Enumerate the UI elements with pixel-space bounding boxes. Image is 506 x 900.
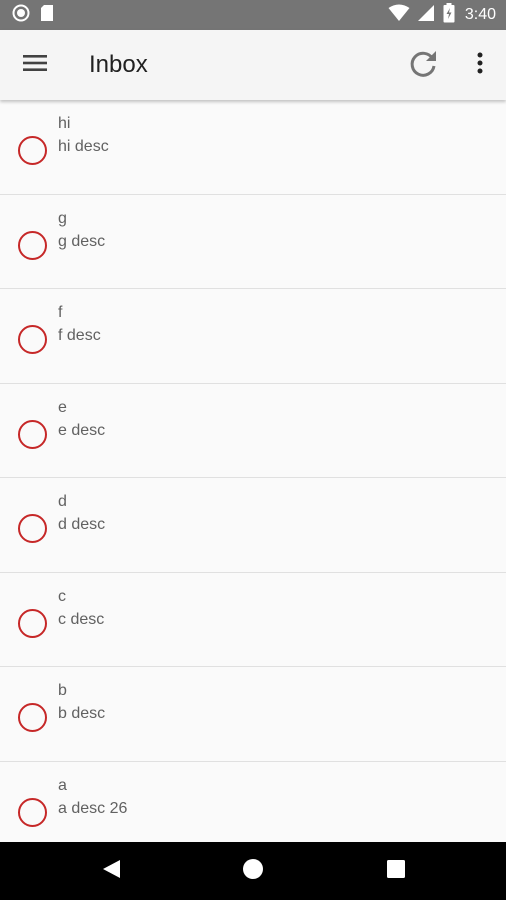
task-complete-checkbox[interactable]	[18, 703, 47, 732]
home-icon	[242, 858, 264, 885]
battery-charging-icon	[443, 3, 455, 28]
task-description: c desc	[58, 611, 104, 629]
task-complete-checkbox[interactable]	[18, 609, 47, 638]
task-title: e	[58, 399, 67, 417]
task-description: b desc	[58, 705, 105, 723]
wifi-icon	[388, 4, 410, 27]
refresh-button[interactable]	[403, 45, 443, 85]
task-description: hi desc	[58, 138, 109, 156]
task-list-item[interactable]: hi hi desc	[0, 100, 506, 195]
sd-card-icon	[40, 4, 54, 27]
task-description: a desc 26	[58, 800, 127, 818]
task-description: g desc	[58, 233, 105, 251]
task-description: f desc	[58, 327, 101, 345]
task-title: hi	[58, 115, 70, 133]
task-description: e desc	[58, 422, 105, 440]
page-title: Inbox	[89, 51, 148, 79]
task-title: g	[58, 210, 67, 228]
recents-icon	[386, 859, 406, 884]
hamburger-menu-button[interactable]	[16, 46, 54, 84]
task-list-item[interactable]: b b desc	[0, 667, 506, 762]
hamburger-menu-icon	[23, 54, 47, 77]
task-list: hi hi desc g g desc f f desc e e desc d …	[0, 100, 506, 842]
task-complete-checkbox[interactable]	[18, 231, 47, 260]
task-list-item[interactable]: f f desc	[0, 289, 506, 384]
task-description: d desc	[58, 516, 105, 534]
cell-signal-icon	[418, 4, 435, 27]
status-bar-time: 3:40	[465, 6, 496, 24]
task-complete-checkbox[interactable]	[18, 420, 47, 449]
task-title: d	[58, 493, 67, 511]
status-bar-right-icons: 3:40	[388, 5, 496, 25]
task-complete-checkbox[interactable]	[18, 514, 47, 543]
recents-button[interactable]	[376, 851, 416, 891]
app-bar: Inbox	[0, 30, 506, 100]
circle-notification-icon	[12, 4, 30, 27]
task-complete-checkbox[interactable]	[18, 798, 47, 827]
status-bar-left-icons	[12, 6, 54, 24]
task-list-item[interactable]: c c desc	[0, 573, 506, 668]
more-vertical-icon	[477, 52, 483, 79]
task-complete-checkbox[interactable]	[18, 136, 47, 165]
task-title: a	[58, 777, 67, 795]
home-button[interactable]	[233, 851, 273, 891]
task-list-item[interactable]: a a desc 26	[0, 762, 506, 843]
task-title: b	[58, 682, 67, 700]
more-options-button[interactable]	[464, 46, 496, 84]
back-icon	[100, 858, 122, 885]
system-navigation-bar	[0, 842, 506, 900]
task-list-item[interactable]: e e desc	[0, 384, 506, 479]
task-title: f	[58, 304, 62, 322]
task-list-item[interactable]: g g desc	[0, 195, 506, 290]
back-button[interactable]	[91, 851, 131, 891]
status-bar: 3:40	[0, 0, 506, 30]
task-title: c	[58, 588, 66, 606]
task-complete-checkbox[interactable]	[18, 325, 47, 354]
task-list-item[interactable]: d d desc	[0, 478, 506, 573]
refresh-icon	[407, 47, 439, 84]
